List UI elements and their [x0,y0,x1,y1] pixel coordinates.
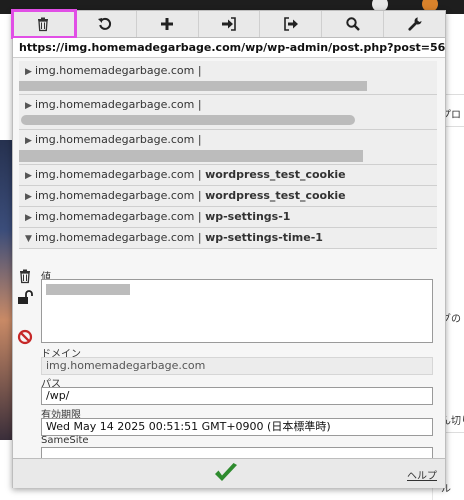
cookie-row[interactable]: ▶ img.homemadegarbage.com | [19,130,437,165]
expires-field[interactable]: Wed May 14 2025 00:51:51 GMT+0900 (日本標準時… [41,418,433,436]
unlock-icon[interactable] [17,289,33,305]
cookie-domain: img.homemadegarbage.com | [35,189,202,202]
cookie-domain: img.homemadegarbage.com | [35,98,202,111]
cookie-row[interactable]: ▶ img.homemadegarbage.com | wp-settings-1 [19,207,437,228]
current-url: https://img.homemadegarbage.com/wp/wp-ad… [13,38,445,58]
background-page-image [0,140,12,440]
undo-icon [98,17,112,30]
cookie-domain: img.homemadegarbage.com | [35,133,202,146]
redacted-value [19,150,363,162]
cookie-row-expanded[interactable]: ▼ img.homemadegarbage.com | wp-settings-t… [19,228,437,249]
cookie-domain: img.homemadegarbage.com | [35,168,202,181]
cookie-row[interactable]: ▶ img.homemadegarbage.com | wordpress_tes… [19,165,437,186]
cookie-domain: img.homemadegarbage.com | [35,64,202,77]
plus-icon [161,18,174,30]
add-cookie-button[interactable] [137,11,199,37]
reset-button[interactable] [75,11,137,37]
cookie-domain: img.homemadegarbage.com | [35,210,202,223]
delete-cookie-icon[interactable] [17,268,33,284]
redacted-value [46,284,130,295]
footer-bar: ヘルプ [13,458,445,488]
path-field[interactable]: /wp/ [41,387,433,405]
wrench-icon [407,17,422,31]
redacted-value [21,115,355,125]
samesite-label: SameSite [41,435,89,446]
help-link[interactable]: ヘルプ [407,467,437,482]
expand-arrow-icon: ▶ [25,171,32,181]
export-button[interactable] [260,11,323,37]
export-icon [284,17,298,31]
redacted-value [19,81,367,91]
value-textarea[interactable] [41,279,433,343]
expand-arrow-icon: ▶ [25,67,32,77]
collapse-arrow-icon: ▼ [25,234,32,244]
cookie-row[interactable]: ▶ img.homemadegarbage.com | [19,95,437,130]
domain-field[interactable]: img.homemadegarbage.com [41,357,433,375]
search-button[interactable] [322,11,385,37]
expand-arrow-icon: ▶ [25,136,32,146]
import-button[interactable] [199,11,261,37]
save-checkmark-icon[interactable] [213,462,239,484]
search-icon [346,17,360,31]
toolbar [11,9,445,39]
cookie-name: wordpress_test_cookie [205,189,346,202]
cookie-row[interactable]: ▶ img.homemadegarbage.com | [19,61,437,95]
options-button[interactable] [384,11,445,37]
cookie-name: wp-settings-1 [205,210,291,223]
expand-arrow-icon: ▶ [25,192,32,202]
cookie-row[interactable]: ▶ img.homemadegarbage.com | wordpress_tes… [19,186,437,207]
expand-arrow-icon: ▶ [25,101,32,111]
cookie-editor-popup: https://img.homemadegarbage.com/wp/wp-ad… [11,9,446,488]
delete-all-button[interactable] [11,9,77,39]
trash-icon [38,17,49,32]
expand-arrow-icon: ▶ [25,213,32,223]
cookie-list: ▶ img.homemadegarbage.com | ▶ img.homemade… [19,61,437,249]
cookie-name: wordpress_test_cookie [205,168,346,181]
cookie-domain: img.homemadegarbage.com | [35,231,202,244]
cookie-name: wp-settings-time-1 [205,231,323,244]
import-icon [222,17,236,31]
block-icon[interactable] [17,329,33,345]
